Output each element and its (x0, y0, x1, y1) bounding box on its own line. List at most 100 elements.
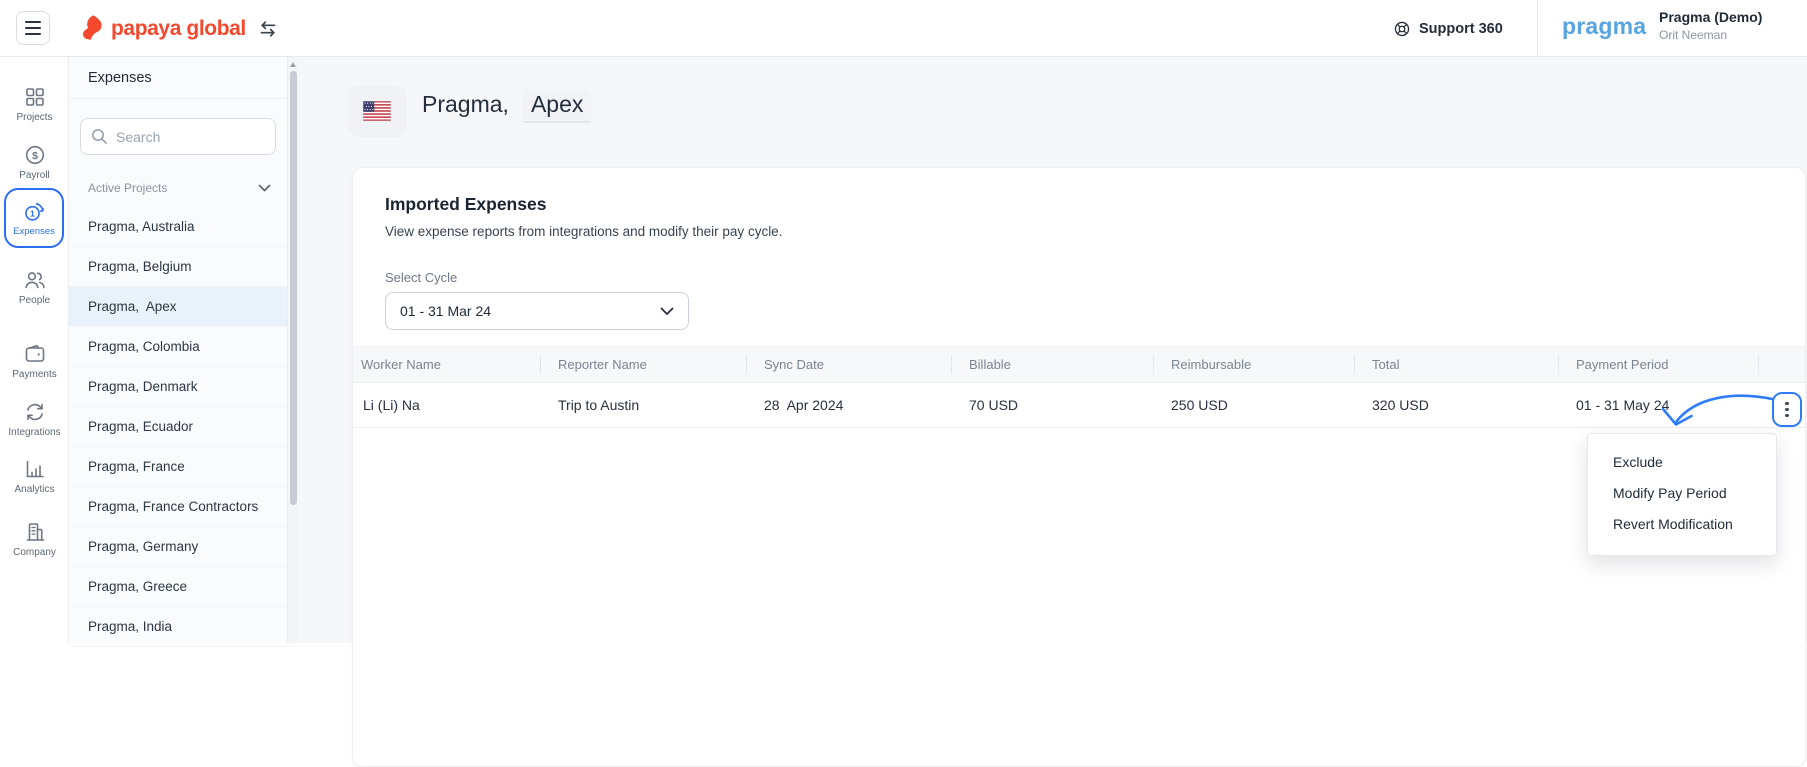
rail-label: Projects (16, 112, 53, 123)
papaya-logo-text: papaya global (111, 16, 246, 40)
payroll-icon: $ (0, 143, 69, 167)
column-header-actions (1758, 347, 1805, 382)
column-header-reimbursable: Reimbursable (1153, 347, 1354, 382)
sidebar-item-pragma-denmark[interactable]: Pragma, Denmark (69, 367, 298, 407)
rail-item-integrations[interactable]: Integrations (0, 400, 69, 438)
cell-reporter-name: Trip to Austin (558, 397, 640, 413)
cell-reimbursable: 250 USD (1171, 397, 1228, 413)
card-subtitle: View expense reports from integrations a… (385, 224, 783, 239)
column-header-billable: Billable (951, 347, 1153, 382)
rail-label: Payments (12, 369, 57, 380)
sidebar-item-pragma-belgium[interactable]: Pragma, Belgium (69, 247, 298, 287)
rail-label: People (18, 295, 51, 306)
company-icon (0, 520, 69, 544)
grid-icon (0, 85, 69, 109)
main-content: Pragma, Apex Imported Expenses View expe… (298, 57, 1807, 767)
expenses-icon: 1 (22, 200, 46, 224)
search-box[interactable] (80, 118, 276, 155)
sidebar-item-pragma-colombia[interactable]: Pragma, Colombia (69, 327, 298, 367)
cell-billable: 70 USD (969, 397, 1019, 413)
rail-item-projects[interactable]: Projects (0, 85, 69, 123)
rail-label: Expenses (13, 225, 55, 237)
column-header-payment-period: Payment Period (1558, 347, 1758, 382)
active-projects-toggle[interactable]: Active Projects (69, 175, 298, 201)
column-header-sync-date: Sync Date (746, 347, 951, 382)
sidebar-item-pragma-greece[interactable]: Pragma, Greece (69, 567, 298, 607)
payments-icon (0, 342, 69, 366)
rail-item-payments[interactable]: Payments (0, 342, 69, 380)
swap-panels-icon[interactable] (256, 21, 280, 37)
rail-label: Company (13, 547, 56, 558)
rail-item-people[interactable]: People (0, 268, 69, 306)
table-row[interactable]: Li (Li) Na Trip to Austin 28 Apr 2024 70… (353, 383, 1805, 428)
card-title: Imported Expenses (385, 194, 547, 214)
menu-item-exclude[interactable]: Exclude (1588, 447, 1776, 478)
column-header-worker-name: Worker Name (361, 357, 441, 372)
project-list: Pragma, Australia Pragma, Belgium Pragma… (69, 207, 298, 647)
cell-total: 320 USD (1372, 397, 1429, 413)
page-title: Pragma, Apex (422, 89, 592, 123)
support-label: Support 360 (1419, 20, 1503, 37)
scrollbar-thumb[interactable] (290, 71, 297, 505)
sidebar-title: Expenses (69, 57, 298, 99)
sidebar-item-pragma-france-contractors[interactable]: Pragma, France Contractors (69, 487, 298, 527)
search-icon (91, 128, 108, 145)
table-header-row: Worker Name Reporter Name Sync Date Bill… (353, 346, 1805, 383)
rail-label: Integrations (8, 427, 61, 438)
hamburger-menu-button[interactable] (16, 11, 50, 45)
expenses-table: Worker Name Reporter Name Sync Date Bill… (353, 346, 1805, 428)
row-menu-button[interactable] (1772, 392, 1802, 427)
sidebar-scrollbar[interactable] (287, 57, 298, 643)
papaya-logo: papaya global (78, 0, 246, 57)
topbar-divider (1537, 0, 1538, 56)
page-title-prefix: Pragma, (422, 91, 509, 117)
rail-item-analytics[interactable]: Analytics (0, 457, 69, 495)
search-input[interactable] (116, 128, 246, 145)
pragma-brand-logo: pragma (1562, 13, 1647, 39)
sidebar-item-pragma-france[interactable]: Pragma, France (69, 447, 298, 487)
cell-worker-name: Li (Li) Na (363, 397, 420, 413)
account-user: Orit Neeman (1659, 28, 1728, 42)
chevron-down-icon (660, 307, 674, 315)
menu-item-modify-pay-period[interactable]: Modify Pay Period (1588, 478, 1776, 509)
sidebar-item-pragma-germany[interactable]: Pragma, Germany (69, 527, 298, 567)
vertical-dots-icon (1785, 401, 1789, 405)
lifebuoy-icon (1393, 20, 1411, 38)
analytics-icon (0, 457, 69, 481)
account-name: Pragma (Demo) (1659, 9, 1763, 25)
nav-rail: Projects $ Payroll 1 Expenses People Pay… (0, 57, 69, 643)
rail-item-payroll[interactable]: $ Payroll (0, 143, 69, 181)
cell-sync-date: 28 Apr 2024 (764, 397, 844, 413)
rail-item-expenses[interactable]: 1 Expenses (4, 188, 64, 248)
chevron-down-icon (258, 184, 271, 192)
people-icon (0, 268, 69, 292)
cycle-label: Select Cycle (385, 270, 458, 285)
svg-text:$: $ (32, 150, 38, 162)
svg-text:1: 1 (30, 208, 35, 218)
support-360-button[interactable]: Support 360 (1393, 0, 1503, 57)
scroll-up-arrow[interactable] (290, 62, 296, 67)
expenses-sidebar: Expenses Active Projects Pragma, Austral… (69, 57, 298, 647)
account-menu[interactable]: Pragma (Demo) Orit Neeman (1659, 10, 1762, 41)
sidebar-item-pragma-apex[interactable]: Pragma, Apex (69, 287, 298, 327)
top-bar: papaya global Support 360 pragma Pragma … (0, 0, 1807, 57)
sidebar-item-pragma-ecuador[interactable]: Pragma, Ecuador (69, 407, 298, 447)
us-flag-icon (363, 101, 391, 121)
menu-item-revert-modification[interactable]: Revert Modification (1588, 509, 1776, 540)
cycle-value: 01 - 31 Mar 24 (400, 303, 492, 319)
integrations-icon (0, 400, 69, 424)
context-menu: Exclude Modify Pay Period Revert Modific… (1587, 433, 1777, 556)
cycle-select[interactable]: 01 - 31 Mar 24 (385, 292, 689, 330)
sidebar-item-pragma-australia[interactable]: Pragma, Australia (69, 207, 298, 247)
sidebar-item-pragma-india[interactable]: Pragma, India (69, 607, 298, 647)
column-header-reporter-name: Reporter Name (540, 347, 746, 382)
rail-item-company[interactable]: Company (0, 520, 69, 558)
country-flag-tile (348, 85, 406, 137)
group-label: Active Projects (88, 181, 168, 195)
papaya-logo-icon (78, 14, 105, 44)
page-title-suffix: Apex (522, 89, 592, 123)
column-header-total: Total (1354, 347, 1558, 382)
rail-label: Analytics (14, 484, 55, 495)
cell-payment-period: 01 - 31 May 24 (1576, 397, 1670, 413)
rail-label: Payroll (19, 170, 50, 181)
